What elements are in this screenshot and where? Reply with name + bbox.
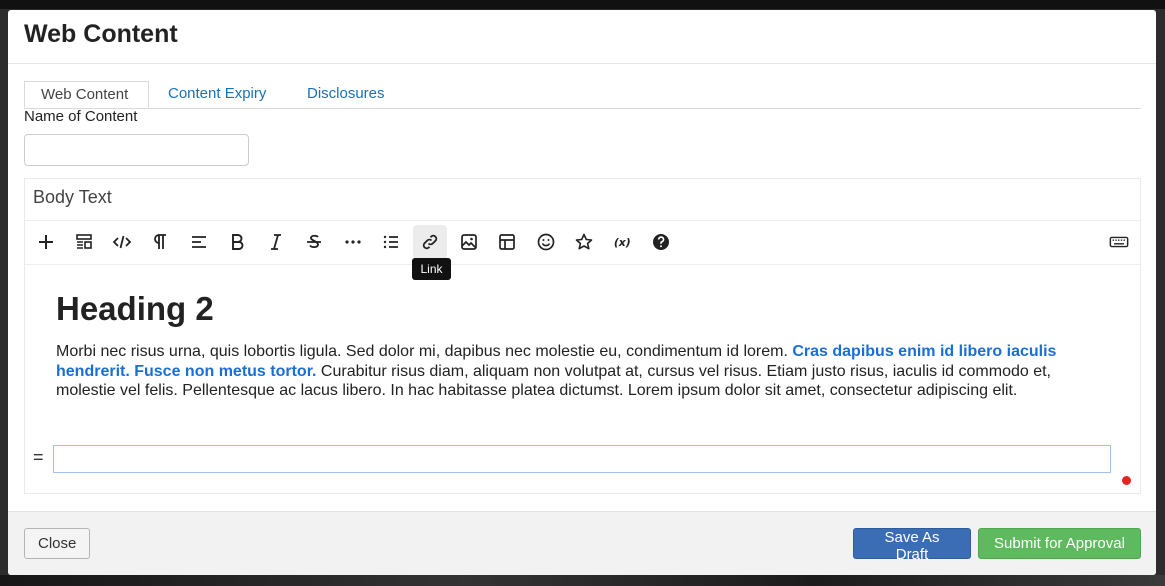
more-button[interactable] xyxy=(336,225,370,259)
plus-icon xyxy=(39,235,53,249)
italic-button[interactable] xyxy=(259,225,293,259)
tab-web-content[interactable]: Web Content xyxy=(24,81,149,108)
status-indicator-dot xyxy=(1122,476,1131,485)
tab-disclosures[interactable]: Disclosures xyxy=(307,81,385,108)
backdrop-bottom xyxy=(0,575,1165,586)
table-button[interactable] xyxy=(490,225,524,259)
align-icon xyxy=(192,236,206,248)
list-button[interactable] xyxy=(374,225,408,259)
empty-paragraph-block[interactable] xyxy=(53,445,1111,473)
code-button[interactable] xyxy=(105,225,139,259)
emoji-icon xyxy=(537,233,555,251)
modal-footer: Close Save As Draft Submit for Approval xyxy=(8,511,1156,575)
help-button[interactable] xyxy=(644,225,678,259)
modal-title: Web Content xyxy=(24,20,178,48)
paragraph-text-1: Morbi nec risus urna, quis lobortis ligu… xyxy=(56,343,793,360)
template-button[interactable] xyxy=(67,225,101,259)
content-heading[interactable]: Heading 2 xyxy=(56,290,214,328)
image-icon xyxy=(461,234,477,250)
align-button[interactable] xyxy=(182,225,216,259)
bold-button[interactable] xyxy=(220,225,254,259)
name-of-content-input[interactable] xyxy=(24,134,249,166)
help-icon xyxy=(653,234,669,250)
block-drag-handle[interactable]: = xyxy=(33,447,44,468)
emoji-button[interactable] xyxy=(529,225,563,259)
strikethrough-icon xyxy=(307,234,321,248)
modal-header: Web Content xyxy=(8,10,1156,64)
image-button[interactable] xyxy=(452,225,486,259)
link-button[interactable] xyxy=(413,225,447,259)
paragraph-icon xyxy=(154,234,166,249)
link-tooltip: Link xyxy=(412,258,451,280)
italic-icon xyxy=(271,234,281,250)
variables-button[interactable]: (x) xyxy=(606,225,640,259)
backdrop xyxy=(0,0,1165,9)
add-button[interactable] xyxy=(29,225,63,259)
more-icon xyxy=(345,240,361,244)
rich-text-editor: Body Text (x) Link Heading 2 Morbi nec r… xyxy=(24,178,1141,494)
save-as-draft-button[interactable]: Save As Draft xyxy=(853,528,971,563)
svg-text:(x): (x) xyxy=(614,236,631,249)
content-paragraph[interactable]: Morbi nec risus urna, quis lobortis ligu… xyxy=(56,342,1106,401)
close-button[interactable]: Close xyxy=(24,528,90,559)
tab-content-expiry[interactable]: Content Expiry xyxy=(168,81,266,108)
template-icon xyxy=(76,234,92,249)
star-icon xyxy=(575,233,593,250)
submit-for-approval-button[interactable]: Submit for Approval xyxy=(978,528,1141,559)
list-icon xyxy=(383,235,398,249)
name-of-content-label: Name of Content xyxy=(24,108,138,125)
strikethrough-button[interactable] xyxy=(297,225,331,259)
paragraph-button[interactable] xyxy=(143,225,177,259)
keyboard-button[interactable] xyxy=(1102,225,1136,259)
table-icon xyxy=(499,234,515,250)
tab-bar: Web Content Content Expiry Disclosures xyxy=(24,81,1141,109)
code-icon xyxy=(112,235,132,249)
link-icon xyxy=(422,234,438,250)
editor-toolbar: (x) xyxy=(25,220,1140,265)
keyboard-icon xyxy=(1109,236,1129,248)
bold-icon xyxy=(232,234,244,250)
web-content-modal: Web Content Web Content Content Expiry D… xyxy=(8,10,1156,575)
variable-icon: (x) xyxy=(614,236,631,249)
editor-title: Body Text xyxy=(33,187,112,207)
special-characters-button[interactable] xyxy=(567,225,601,259)
